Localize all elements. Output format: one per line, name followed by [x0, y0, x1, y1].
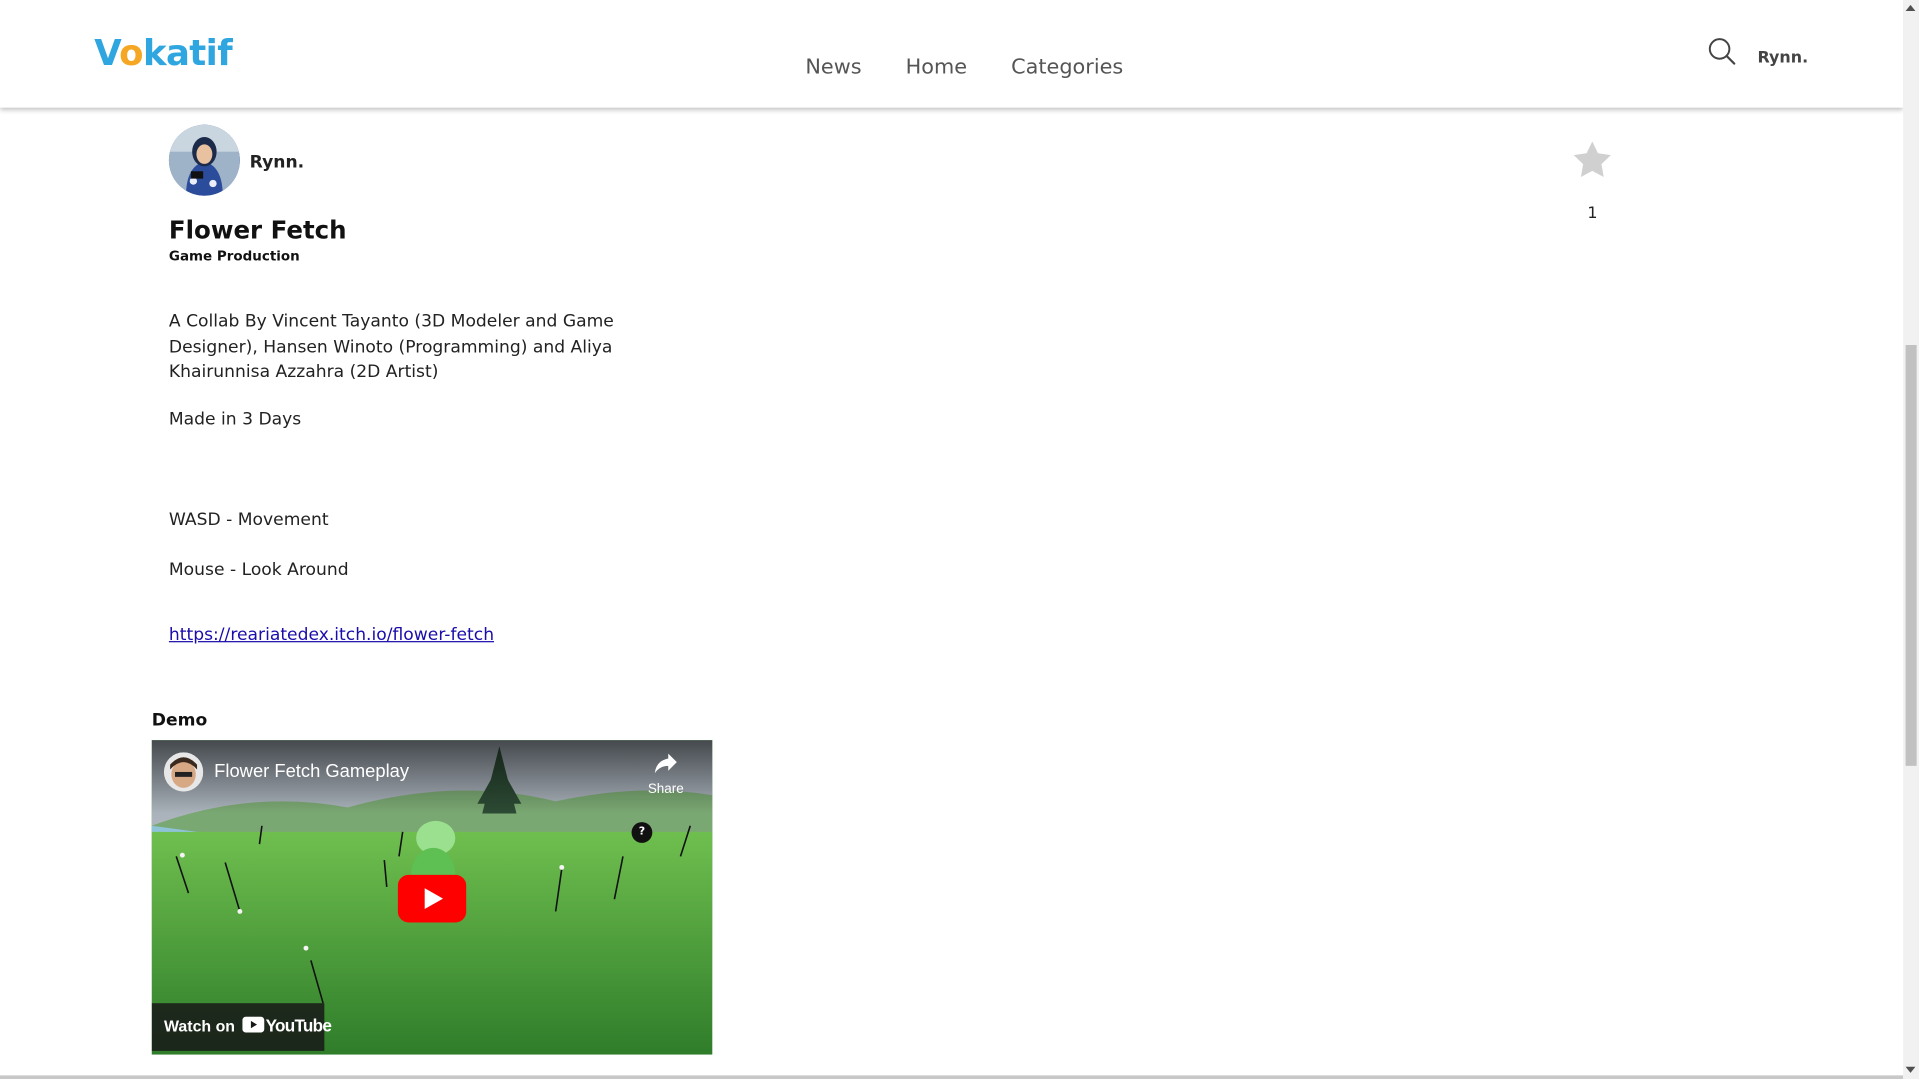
nav-item-home[interactable]: Home: [906, 55, 967, 79]
scroll-up-arrow-icon[interactable]: [1905, 4, 1916, 12]
controls-look-text: Mouse - Look Around: [168, 560, 349, 580]
star-count: 1: [1587, 204, 1598, 223]
nav-item-categories[interactable]: Categories: [1011, 55, 1123, 79]
site-header: Vokatif News Home Categories Rynn.: [0, 0, 1904, 108]
channel-avatar[interactable]: [164, 752, 204, 792]
controls-move-text: WASD - Movement: [168, 510, 329, 530]
post-title: Flower Fetch: [168, 215, 347, 245]
description-text: A Collab By Vincent Tayanto (3D Modeler …: [168, 311, 614, 382]
play-button[interactable]: [397, 874, 467, 923]
help-icon[interactable]: ?: [631, 822, 653, 843]
author-name[interactable]: Rynn.: [250, 153, 305, 173]
star-icon[interactable]: [1570, 138, 1614, 182]
demo-label: Demo: [151, 710, 208, 731]
share-label: Share: [647, 781, 684, 797]
made-in-text: Made in 3 Days: [168, 409, 302, 430]
itch-link[interactable]: https://reariatedex.itch.io/flower-fetch: [169, 625, 494, 645]
post-description: A Collab By Vincent Tayanto (3D Modeler …: [169, 310, 708, 385]
site-logo[interactable]: Vokatif: [94, 32, 232, 74]
page-scrollbar[interactable]: [1903, 0, 1919, 1079]
video-title[interactable]: Flower Fetch Gameplay: [214, 761, 409, 782]
page: Vokatif News Home Categories Rynn. Rynn.…: [0, 0, 1919, 1079]
youtube-wordmark: YouTube: [265, 1015, 332, 1035]
share-icon: [654, 753, 677, 774]
main-nav: News Home Categories: [805, 55, 1123, 79]
logo-text: Vokatif: [94, 31, 233, 74]
video-embed[interactable]: Flower Fetch Gameplay Share ? Watch on Y…: [151, 740, 713, 1055]
watch-on-youtube-button[interactable]: Watch on YouTube: [151, 1003, 332, 1051]
share-button[interactable]: Share: [641, 752, 690, 796]
nav-item-news[interactable]: News: [805, 55, 861, 79]
youtube-logo-icon: [242, 1016, 265, 1033]
scrollbar-thumb[interactable]: [1905, 344, 1917, 766]
author-avatar[interactable]: [168, 124, 240, 196]
post-category: Game Production: [168, 248, 300, 265]
user-menu-name[interactable]: Rynn.: [1758, 49, 1809, 67]
scroll-down-arrow-icon[interactable]: [1905, 1066, 1916, 1073]
play-icon: [397, 874, 467, 923]
search-icon[interactable]: [1707, 37, 1736, 66]
watch-on-label: Watch on: [164, 1016, 236, 1035]
page-bottom-border: [0, 1075, 1904, 1079]
